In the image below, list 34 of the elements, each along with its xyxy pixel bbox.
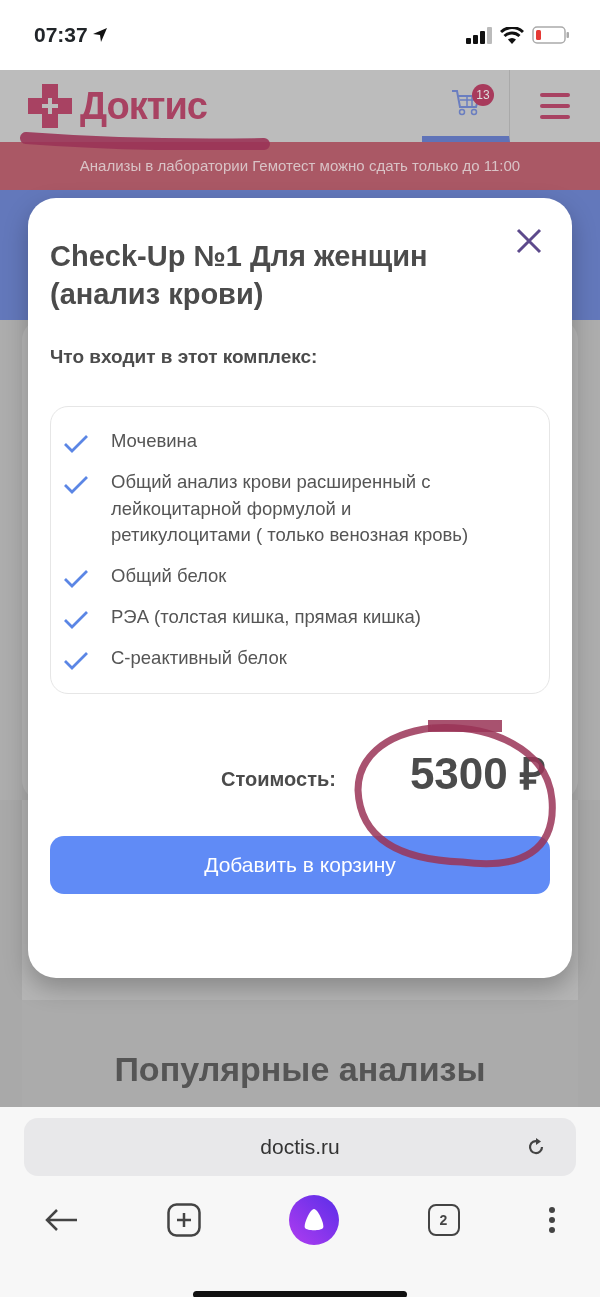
address-bar[interactable]: doctis.ru bbox=[24, 1118, 576, 1176]
more-button[interactable] bbox=[548, 1206, 556, 1234]
modal-subtitle: Что входит в этот комплекс: bbox=[50, 345, 319, 370]
plus-icon bbox=[166, 1203, 201, 1237]
close-icon bbox=[516, 228, 542, 254]
logo-icon bbox=[28, 84, 72, 128]
back-arrow-icon bbox=[44, 1208, 78, 1232]
included-test: Мочевина bbox=[111, 428, 198, 453]
site-logo[interactable]: Доктис bbox=[80, 77, 207, 135]
price-value: 5300 ₽ bbox=[409, 751, 546, 796]
kebab-icon bbox=[548, 1206, 556, 1234]
menu-icon bbox=[540, 93, 570, 119]
included-test: С-реактивный белок bbox=[111, 645, 287, 670]
notice-banner-text: Анализы в лаборатории Гемотест можно сдать только до 11:00 bbox=[79, 155, 521, 176]
close-button[interactable] bbox=[514, 226, 544, 256]
price-label: Стоимость: bbox=[221, 766, 336, 792]
status-time: 07:37 bbox=[34, 22, 88, 49]
assistant-button[interactable] bbox=[289, 1195, 339, 1245]
battery-icon bbox=[532, 26, 570, 44]
add-to-cart-button[interactable]: Добавить в корзину bbox=[50, 835, 550, 894]
signal-icon bbox=[466, 26, 492, 44]
cart-count-badge: 13 bbox=[472, 84, 494, 106]
included-test: РЭА (толстая кишка, прямая кишка) bbox=[111, 604, 422, 629]
tabs-button[interactable]: 2 bbox=[427, 1204, 460, 1236]
wifi-icon bbox=[500, 26, 524, 44]
section-heading: Популярные анализы bbox=[114, 1050, 486, 1088]
modal-title: Check-Up №1 Для женщин (анализ крови) bbox=[50, 239, 429, 312]
location-arrow-icon bbox=[91, 27, 108, 43]
assistant-icon bbox=[289, 1195, 339, 1245]
new-tab-button[interactable] bbox=[166, 1203, 201, 1237]
back-button[interactable] bbox=[44, 1208, 78, 1232]
included-test: Общий белок bbox=[111, 564, 227, 589]
included-test: Общий анализ крови расширенный с лейкоцитарной формулой и ретикулоцитами ( только венозная кровь) bbox=[111, 469, 470, 548]
reload-icon[interactable] bbox=[526, 1137, 546, 1157]
